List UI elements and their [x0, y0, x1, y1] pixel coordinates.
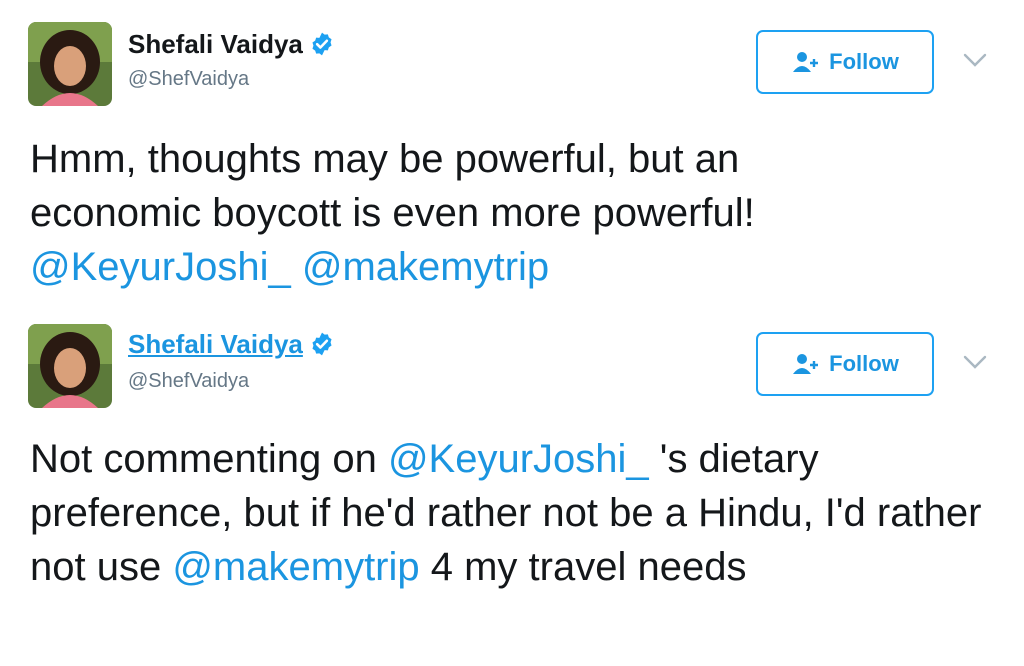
- add-user-icon: [793, 354, 819, 374]
- author-name-row: Shefali Vaidya: [128, 326, 335, 362]
- author-name[interactable]: Shefali Vaidya: [128, 329, 303, 360]
- mention-link[interactable]: @makemytrip: [172, 545, 419, 589]
- tweet-text-line: economic boycott is even more powerful!: [30, 191, 755, 235]
- chevron-down-icon[interactable]: [962, 52, 988, 68]
- tweet-card-1: Shefali Vaidya @ShefVaidya Follow Hmm, t…: [0, 0, 1024, 310]
- tweet-mentions: @KeyurJoshi_ @makemytrip: [30, 240, 1000, 294]
- verified-badge-icon: [312, 32, 332, 56]
- avatar[interactable]: [28, 324, 112, 408]
- tweet-text: Hmm, thoughts may be powerful, but an ec…: [30, 132, 1000, 294]
- follow-label: Follow: [829, 351, 899, 376]
- follow-button[interactable]: Follow: [756, 30, 934, 94]
- mention-link[interactable]: @KeyurJoshi_: [388, 437, 649, 481]
- author-name-row: Shefali Vaidya: [128, 26, 335, 62]
- avatar[interactable]: [28, 22, 112, 106]
- author-handle[interactable]: @ShefVaidya: [128, 370, 249, 393]
- author-name[interactable]: Shefali Vaidya: [128, 29, 303, 60]
- mention-link[interactable]: @makemytrip: [302, 245, 549, 289]
- chevron-down-icon[interactable]: [962, 354, 988, 370]
- tweet-card-2: Shefali Vaidya @ShefVaidya Follow Not co…: [0, 310, 1024, 666]
- tweet-text-line: Hmm, thoughts may be powerful, but an: [30, 137, 740, 181]
- tweet-text-segment: 4 my travel needs: [419, 545, 747, 589]
- add-user-icon: [793, 52, 819, 72]
- verified-badge-icon: [312, 332, 332, 356]
- follow-button[interactable]: Follow: [756, 332, 934, 396]
- author-handle[interactable]: @ShefVaidya: [128, 68, 249, 91]
- tweet-text: Not commenting on @KeyurJoshi_ 's dietar…: [30, 432, 990, 594]
- mention-link[interactable]: @KeyurJoshi_: [30, 245, 291, 289]
- tweet-text-segment: Not commenting on: [30, 437, 388, 481]
- follow-label: Follow: [829, 49, 899, 74]
